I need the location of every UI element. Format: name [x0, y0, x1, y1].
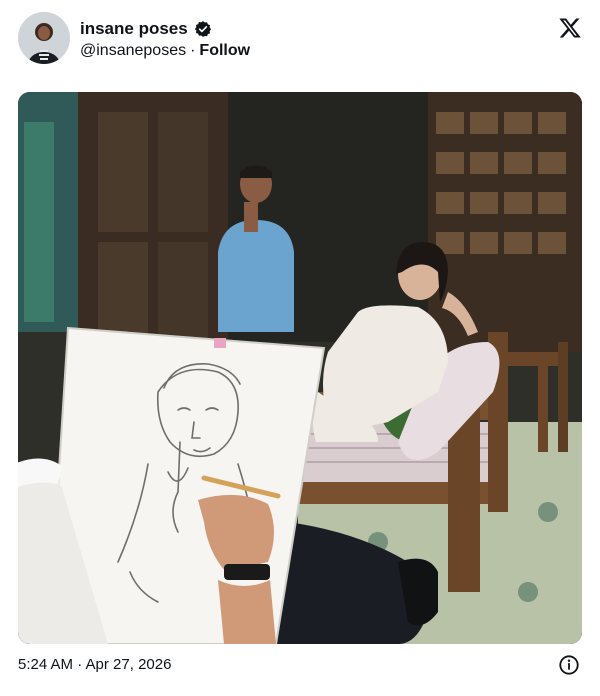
follow-button[interactable]: Follow — [199, 41, 250, 61]
avatar-portrait-icon — [18, 12, 70, 64]
author-handle[interactable]: @insaneposes — [80, 41, 186, 61]
x-logo-icon[interactable] — [558, 16, 582, 40]
tweet-card: insane poses @insaneposes · Follow 5:24 … — [0, 0, 600, 696]
handle-separator: · — [190, 42, 196, 59]
author-handle-row: @insaneposes · Follow — [80, 41, 250, 61]
info-icon[interactable] — [558, 654, 580, 676]
tweet-photo[interactable] — [18, 92, 582, 644]
author-display-name[interactable]: insane poses — [80, 19, 188, 39]
author-avatar[interactable] — [18, 12, 70, 64]
tweet-footer: 5:24 AM · Apr 27, 2026 — [18, 652, 582, 678]
photo-illustration — [18, 92, 582, 644]
tweet-timestamp[interactable]: 5:24 AM · Apr 27, 2026 — [18, 655, 171, 675]
author-name-row: insane poses — [80, 18, 212, 40]
verified-badge-icon — [194, 21, 211, 37]
tweet-header: insane poses @insaneposes · Follow — [18, 12, 582, 66]
